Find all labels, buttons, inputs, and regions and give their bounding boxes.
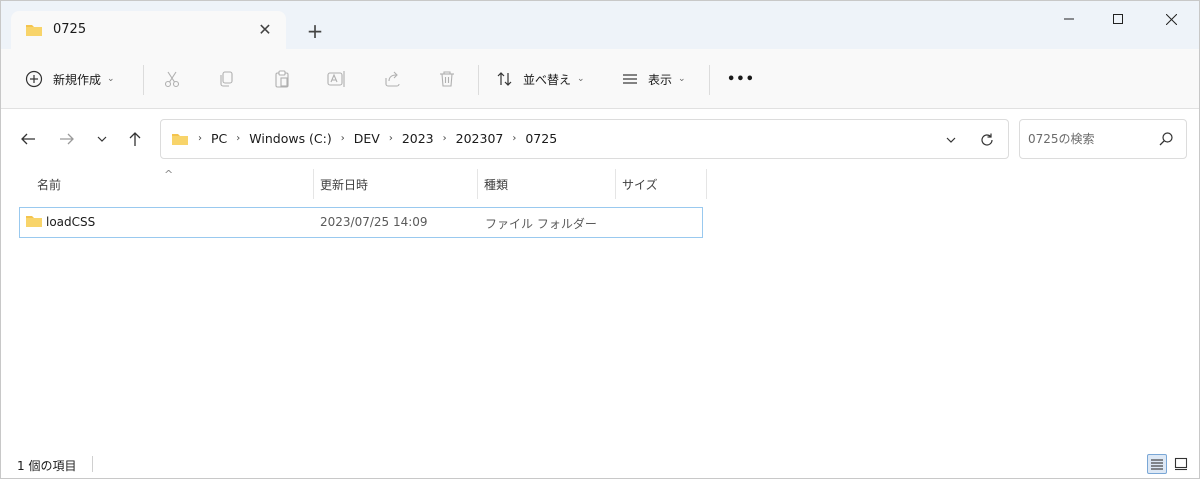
file-name[interactable]: loadCSS [46,215,95,229]
maximize-button[interactable] [1094,1,1142,37]
folder-icon [25,23,43,40]
title-bar: 0725 ✕ + [1,1,1199,49]
breadcrumb-202307[interactable]: 202307 [456,131,504,146]
new-button[interactable]: 新規作成 ⌄ [25,63,115,95]
recent-icon [96,133,108,145]
forward-button[interactable] [55,127,79,151]
sort-icon [496,70,514,88]
address-dropdown-button[interactable] [939,128,963,152]
sort-label: 並べ替え [523,72,572,87]
paste-button[interactable] [273,63,291,95]
close-window-button[interactable] [1147,1,1195,37]
rename-button[interactable] [327,63,347,95]
address-bar[interactable]: › PC › Windows (C:) › DEV › 2023 › 20230… [160,119,1009,159]
breadcrumb-drive[interactable]: Windows (C:) [249,131,331,146]
cut-icon [163,70,181,88]
column-header-date[interactable]: 更新日時 [314,169,477,199]
new-tab-button[interactable]: + [301,17,329,45]
sort-button[interactable]: 並べ替え ⌄ [496,63,585,95]
back-icon [20,131,36,147]
tiles-view-icon [1174,457,1188,471]
up-button[interactable] [123,127,147,151]
divider [143,65,144,95]
tab-0725[interactable]: 0725 ✕ [11,11,286,49]
chevron-right-icon[interactable]: › [198,133,202,144]
details-view-button[interactable] [1147,454,1167,474]
chevron-right-icon[interactable]: › [512,133,516,144]
close-tab-icon[interactable]: ✕ [253,18,277,42]
breadcrumb-0725[interactable]: 0725 [525,131,557,146]
chevron-down-icon: ⌄ [107,74,115,84]
chevron-right-icon[interactable]: › [389,133,393,144]
breadcrumb-pc[interactable]: PC [211,131,227,146]
recent-locations-button[interactable] [90,127,114,151]
folder-icon [171,132,189,146]
delete-button[interactable] [438,63,456,95]
chevron-right-icon[interactable]: › [341,133,345,144]
back-button[interactable] [16,127,40,151]
breadcrumb-2023[interactable]: 2023 [402,131,434,146]
breadcrumb-dev[interactable]: DEV [354,131,380,146]
rename-icon [327,70,347,88]
up-icon [127,131,143,147]
table-row[interactable]: loadCSS 2023/07/25 14:09 ファイル フォルダー [19,207,703,238]
chevron-down-icon: ⌄ [678,74,686,84]
divider [478,65,479,95]
column-divider[interactable] [706,169,707,199]
copy-icon [217,70,235,88]
folder-icon [25,214,43,231]
cut-button[interactable] [163,63,181,95]
command-bar: 新規作成 ⌄ 並べ替え ⌄ 表示 ⌄ ••• [1,49,1199,109]
share-icon [383,70,401,88]
chevron-down-icon: ⌄ [577,74,585,84]
new-icon [25,70,43,88]
tab-title: 0725 [53,22,87,37]
forward-icon [59,131,75,147]
more-options-button[interactable]: ••• [727,63,755,95]
details-view-icon [1150,457,1164,471]
new-label: 新規作成 [53,72,102,87]
breadcrumb: › PC › Windows (C:) › DEV › 2023 › 20230… [171,131,557,146]
column-header-name[interactable]: 名前 [31,169,313,199]
file-date: 2023/07/25 14:09 [320,215,428,229]
share-button[interactable] [383,63,401,95]
explorer-window: 0725 ✕ + 新規作成 ⌄ 並べ替え ⌄ 表示 ⌄ ••• › PC › W… [0,0,1200,479]
divider [92,456,93,472]
minimize-button[interactable] [1045,1,1093,37]
chevron-right-icon[interactable]: › [236,133,240,144]
file-type: ファイル フォルダー [485,217,597,231]
refresh-icon [979,132,995,148]
search-icon[interactable] [1158,131,1174,147]
chevron-down-icon [945,134,957,146]
refresh-button[interactable] [975,128,999,152]
search-input[interactable] [1028,130,1148,148]
divider [709,65,710,95]
chevron-right-icon[interactable]: › [443,133,447,144]
copy-button[interactable] [217,63,235,95]
delete-icon [438,70,456,88]
paste-icon [273,70,291,88]
column-header-size[interactable]: サイズ [616,169,706,199]
view-icon [621,70,639,88]
search-box[interactable] [1019,119,1187,159]
tiles-view-button[interactable] [1171,454,1191,474]
column-header-type[interactable]: 種類 [478,169,615,199]
view-button[interactable]: 表示 ⌄ [621,63,686,95]
status-item-count: 1 個の項目 [17,459,77,473]
view-label: 表示 [648,72,673,87]
